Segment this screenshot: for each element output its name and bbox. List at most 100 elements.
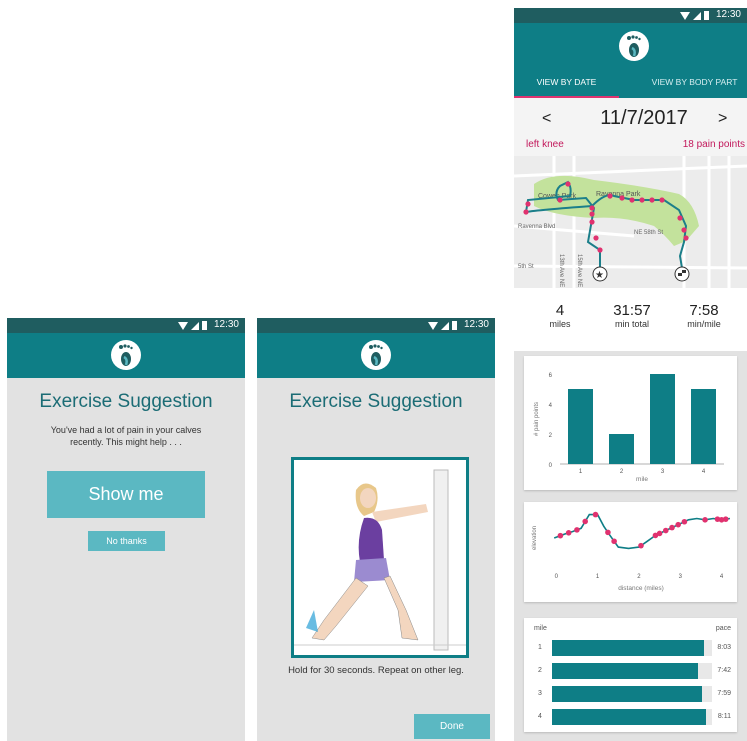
x-tick-label: 2	[637, 574, 641, 580]
tab-view-by-body-part[interactable]: VIEW BY BODY PART	[642, 77, 747, 98]
page-title: Exercise Suggestion	[289, 391, 463, 412]
status-time: 12:30	[213, 319, 239, 330]
pain-point-marker	[611, 538, 617, 545]
show-me-label: Show me	[88, 484, 164, 504]
show-me-button[interactable]: Show me	[47, 471, 205, 518]
route-map: Cowen Park Ravenna Park Ravenna Blvd NE …	[514, 156, 747, 288]
body-part-label: left knee	[526, 139, 564, 150]
tab-label: VIEW BY DATE	[536, 77, 597, 87]
y-tick-label: 6	[549, 373, 553, 379]
wifi-icon	[178, 321, 188, 330]
prev-date-button[interactable]: <	[542, 110, 551, 128]
x-tick-label: 1	[579, 469, 583, 475]
status-bar: 12:30	[514, 8, 747, 23]
map-label-street2: NE 58th St	[634, 230, 663, 236]
pace-bar	[552, 686, 703, 702]
pace-row-value: 7:59	[717, 690, 731, 697]
content-area: Exercise Suggestion You've had a lot of …	[7, 378, 245, 741]
app-logo	[111, 340, 141, 370]
x-tick-label: 3	[661, 469, 665, 475]
pace-header-mile: mile	[534, 625, 547, 632]
pace-row: 4 8:11	[524, 709, 737, 725]
x-tick-label: 2	[620, 469, 624, 475]
y-axis-label: # pain points	[534, 402, 540, 436]
next-date-button[interactable]: >	[718, 110, 727, 128]
app-header: VIEW BY DATE VIEW BY BODY PART	[514, 23, 747, 98]
app-header	[257, 333, 495, 378]
pain-point-marker	[565, 530, 572, 536]
app-header	[7, 333, 245, 378]
pace-row-value: 8:11	[717, 713, 731, 720]
app-logo	[619, 31, 649, 61]
pace-row-mile: 4	[538, 713, 542, 720]
pace-bar	[552, 640, 704, 656]
bar	[691, 389, 716, 464]
content-area: Exercise Suggestion Hold for 30 seconds.…	[257, 378, 495, 741]
pace-row-mile: 1	[538, 644, 542, 651]
stat-value: 7:58	[689, 302, 719, 319]
stat-pace: 7:58 min/mile	[674, 302, 734, 329]
phone-screen-exercise-suggestion: 12:30 Exercise Suggestion You've had a l…	[7, 318, 245, 741]
pain-point-marker	[675, 521, 681, 528]
date-panel: < 11/7/2017 > left knee 18 pain points C…	[514, 98, 747, 288]
pace-header-pace: pace	[715, 625, 731, 632]
no-thanks-button[interactable]: No thanks	[88, 531, 165, 551]
suggestion-message: You've had a lot of pain in your calves …	[50, 425, 202, 447]
page-title: Exercise Suggestion	[39, 391, 213, 412]
pain-point-marker	[722, 516, 729, 522]
pace-row-mile: 3	[538, 690, 542, 697]
y-tick-label: 2	[549, 433, 553, 439]
stat-value: 31:57	[613, 302, 651, 319]
app-logo	[361, 340, 391, 370]
pain-point-marker	[656, 530, 663, 537]
pain-point-marker	[574, 527, 580, 533]
exercise-instruction: Hold for 30 seconds. Repeat on other leg…	[288, 665, 464, 676]
signal-icon	[693, 11, 701, 20]
svg-text:★: ★	[595, 270, 604, 281]
footprint-icon	[119, 344, 133, 366]
pain-point-marker	[681, 518, 688, 525]
stat-unit: min total	[614, 319, 649, 329]
bar	[568, 389, 593, 464]
stat-value: 4	[555, 302, 565, 319]
y-axis-label: elevation	[532, 526, 538, 550]
no-thanks-label: No thanks	[106, 536, 147, 546]
map-label-street5: 15th Ave NE	[576, 254, 582, 287]
battery-icon	[202, 321, 207, 330]
exercise-illustration-frame	[291, 457, 469, 658]
stat-unit: min/mile	[687, 319, 721, 329]
y-tick-label: 0	[549, 463, 553, 469]
pace-row-value: 8:03	[717, 644, 731, 651]
footprint-icon	[627, 35, 641, 57]
stat-total-time: 31:57 min total	[602, 302, 662, 329]
wifi-icon	[428, 321, 438, 330]
battery-icon	[704, 11, 709, 20]
map-label-street4: 13th Ave NE	[558, 254, 564, 287]
status-icons	[680, 11, 709, 20]
pain-point-marker	[592, 511, 599, 518]
x-tick-label: 3	[679, 574, 683, 580]
pain-point-marker	[582, 518, 588, 525]
finish-flag-icon	[674, 266, 690, 282]
pain-point-marker	[638, 542, 644, 549]
tab-label: VIEW BY BODY PART	[651, 77, 738, 87]
done-button[interactable]: Done	[414, 714, 490, 739]
status-icons	[178, 321, 207, 330]
pace-row: 3 7:59	[524, 686, 737, 702]
x-axis-label: mile	[636, 476, 648, 483]
stat-unit: miles	[549, 319, 571, 329]
pace-row: 1 8:03	[524, 640, 737, 656]
phone-screen-exercise-detail: 12:30 Exercise Suggestion Hold for 30 se…	[257, 318, 495, 741]
pain-point-marker	[605, 529, 611, 536]
wifi-icon	[680, 11, 690, 20]
pain-point-marker	[663, 527, 669, 534]
elevation-card: elevation 0 1 2 3 4 distance (miles)	[524, 502, 737, 602]
x-tick-label: 0	[555, 574, 559, 580]
x-axis-label: distance (miles)	[618, 585, 664, 592]
pain-by-mile-card: 0 2 4 6 # pain points 1 2 3 4 mile	[524, 356, 737, 490]
tab-view-by-date[interactable]: VIEW BY DATE	[514, 77, 619, 98]
bar	[650, 374, 675, 464]
x-tick-label: 4	[720, 574, 724, 580]
pain-point-marker	[702, 517, 708, 523]
pace-card: mile pace 1 8:03 2 7:42 3 7:59 4 8:11	[524, 618, 737, 732]
